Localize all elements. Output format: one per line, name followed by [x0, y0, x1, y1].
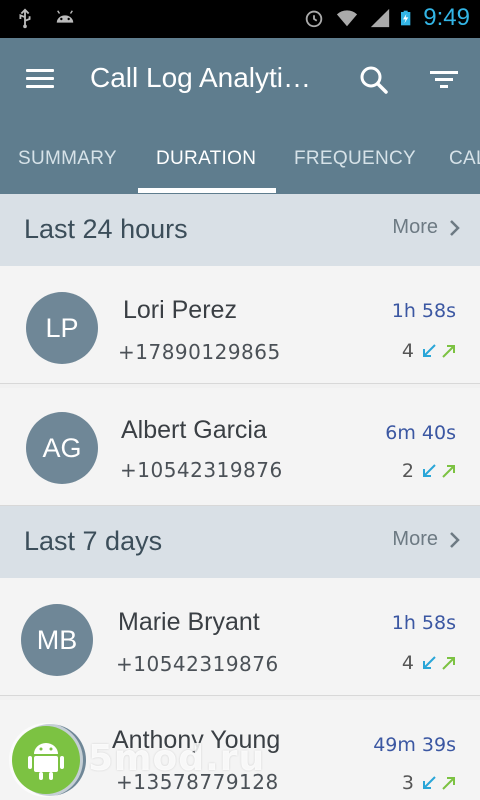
call-duration: 6m 40s: [385, 422, 456, 444]
tab-frequency[interactable]: FREQUENCY: [294, 148, 416, 170]
incoming-call-icon: [423, 776, 436, 789]
outgoing-call-icon: [442, 657, 455, 670]
incoming-call-icon: [423, 344, 436, 357]
chevron-right-icon: [450, 531, 460, 548]
more-button[interactable]: More: [392, 528, 462, 551]
contact-name: Lori Perez: [123, 296, 237, 324]
incoming-call-icon: [423, 656, 436, 669]
more-label: More: [392, 528, 438, 550]
signal-icon: [371, 8, 390, 28]
section-title: Last 7 days: [24, 526, 163, 556]
more-label: More: [392, 216, 438, 238]
call-counts: 4: [402, 652, 458, 674]
outgoing-call-icon: [442, 777, 455, 790]
call-duration: 1h 58s: [391, 300, 456, 322]
outgoing-call-icon: [442, 345, 455, 358]
avatar: AG: [26, 412, 98, 484]
watermark-text: 5mod.ru: [88, 738, 266, 779]
section-header-last-24-hours: Last 24 hours More: [0, 194, 480, 266]
more-button[interactable]: More: [392, 216, 462, 239]
hamburger-icon[interactable]: [24, 64, 56, 96]
section-header-last-7-days: Last 7 days More: [0, 506, 480, 578]
page-title: Call Log Analyti…: [90, 62, 312, 93]
chevron-right-icon: [450, 219, 460, 236]
list-item[interactable]: AG Albert Garcia +10542319876 6m 40s 2: [0, 388, 480, 506]
call-counts: 4: [402, 340, 458, 362]
call-duration: 1h 58s: [391, 612, 456, 634]
tab-bar: SUMMARY DURATION FREQUENCY CAL: [0, 124, 480, 194]
filter-icon[interactable]: [428, 64, 460, 96]
tab-cal[interactable]: CAL: [449, 148, 480, 170]
status-bar: 9:49: [0, 0, 480, 38]
usb-icon: [19, 8, 31, 29]
avatar: MB: [21, 604, 93, 676]
battery-charging-icon: [401, 10, 411, 26]
wifi-icon: [337, 10, 358, 27]
call-count: 4: [401, 652, 414, 674]
call-duration: 49m 39s: [373, 734, 456, 756]
contact-name: Albert Garcia: [121, 416, 267, 444]
call-count: 2: [401, 460, 414, 482]
tab-indicator: [138, 188, 276, 193]
contact-phone: +17890129865: [118, 340, 281, 364]
tab-summary[interactable]: SUMMARY: [18, 148, 117, 170]
incoming-call-icon: [423, 464, 436, 477]
search-icon[interactable]: [356, 62, 392, 98]
contact-name: Marie Bryant: [118, 608, 260, 636]
clock: 9:49: [423, 4, 470, 31]
android-debug-icon: [56, 10, 74, 23]
list-item[interactable]: MB Marie Bryant +10542319876 1h 58s 4: [0, 578, 480, 696]
watermark-logo-icon: [12, 726, 80, 794]
tab-duration[interactable]: DURATION: [156, 148, 256, 170]
call-counts: 2: [402, 460, 458, 482]
call-count: 4: [401, 340, 414, 362]
contact-phone: +10542319876: [116, 652, 279, 676]
list-item[interactable]: LP Lori Perez +17890129865 1h 58s 4: [0, 266, 480, 384]
alarm-icon: [306, 10, 323, 28]
section-title: Last 24 hours: [24, 214, 188, 244]
call-count: 3: [401, 772, 414, 794]
outgoing-call-icon: [442, 465, 455, 478]
avatar: LP: [26, 292, 98, 364]
app-toolbar: Call Log Analyti…: [0, 38, 480, 124]
call-counts: 3: [402, 772, 458, 794]
contact-phone: +10542319876: [120, 458, 283, 482]
